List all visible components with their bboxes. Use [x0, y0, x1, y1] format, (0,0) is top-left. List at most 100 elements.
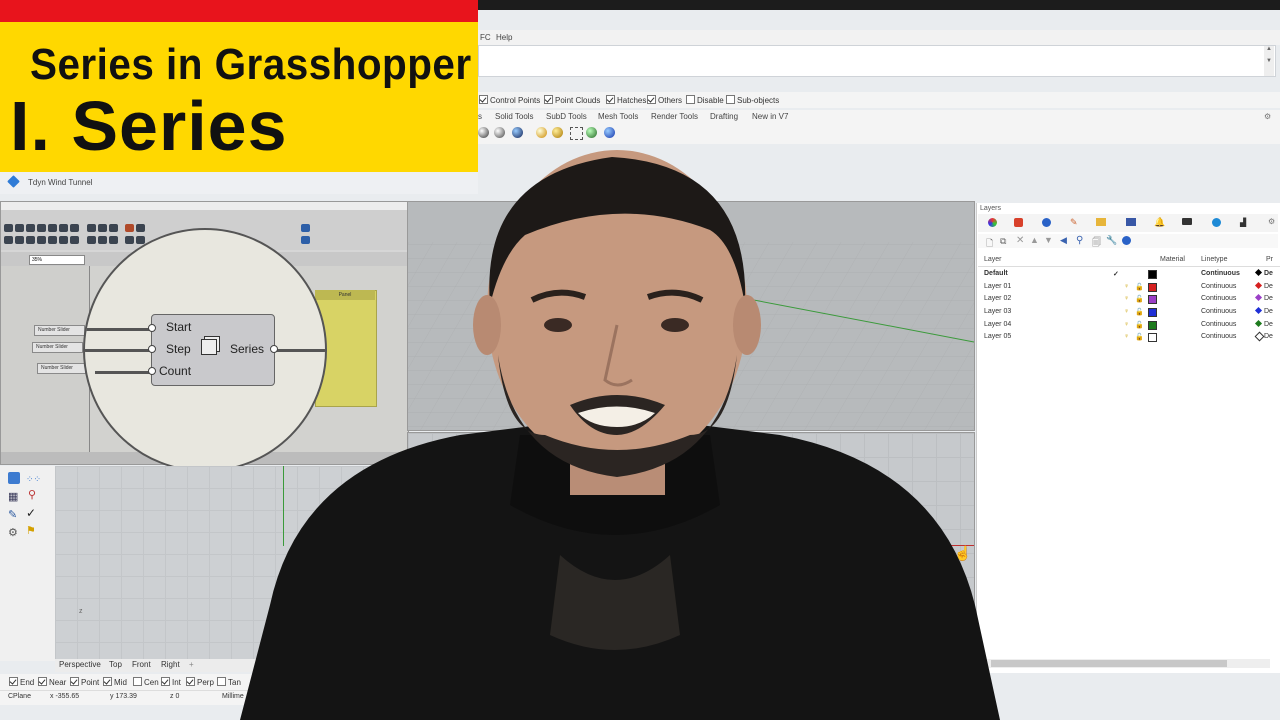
move-left-icon[interactable]: ◀: [1060, 235, 1067, 246]
layer-row[interactable]: Layer 05 ♀ 🔓 Continuous De: [978, 331, 1280, 343]
status-y: y 173.39: [110, 693, 137, 700]
tab-partial[interactable]: s: [478, 112, 482, 121]
tab-front[interactable]: Front: [132, 660, 151, 669]
menu-item-partial[interactable]: FC: [480, 33, 491, 42]
osnap-perp[interactable]: Perp: [186, 677, 214, 687]
folder-tab-icon[interactable]: [1096, 218, 1106, 226]
visible-bulb-icon[interactable]: ♀: [1124, 308, 1129, 315]
step-input-port[interactable]: [148, 345, 156, 353]
web-tab-icon[interactable]: [1212, 218, 1221, 227]
rhino-side-toolbar: ⁘⁘ ▦ ⚲ ✎ ✓ ⚙ ⚑: [0, 466, 56, 661]
edit-tool-icon[interactable]: ✎: [8, 508, 17, 521]
start-input-port[interactable]: [148, 324, 156, 332]
wrench-icon[interactable]: 🔧: [1106, 235, 1117, 246]
wire-count: [95, 371, 151, 374]
layer-color-swatch[interactable]: [1148, 295, 1157, 304]
osnap-mid[interactable]: Mid: [103, 677, 127, 687]
filter-point-clouds[interactable]: Point Clouds: [544, 95, 600, 105]
number-slider-2[interactable]: Number Slider: [32, 342, 83, 353]
menu-bar: FC Help: [478, 30, 1280, 45]
filter-hatches[interactable]: Hatches: [606, 95, 646, 105]
check-tool-icon[interactable]: ✓: [26, 506, 36, 520]
grid-tool-icon[interactable]: ▦: [8, 490, 18, 503]
lock-tool-icon[interactable]: ⚙: [8, 526, 18, 539]
tab-mesh-tools[interactable]: Mesh Tools: [598, 112, 638, 121]
filter-sub-objects[interactable]: Sub-objects: [726, 95, 779, 105]
move-down-icon[interactable]: ▼: [1044, 235, 1053, 245]
osnap-tan[interactable]: Tan: [217, 677, 241, 687]
tab-new-in-v7[interactable]: New in V7: [752, 112, 788, 121]
number-slider-3[interactable]: Number Slider: [37, 363, 86, 374]
bell-tab-icon[interactable]: 🔔: [1154, 217, 1165, 228]
unlock-icon[interactable]: 🔓: [1135, 333, 1144, 341]
unlock-icon[interactable]: 🔓: [1135, 321, 1144, 329]
layers-tab-icon[interactable]: [1014, 218, 1023, 227]
osnap-end[interactable]: End: [9, 677, 34, 687]
paint-tool-icon[interactable]: ⚑: [26, 524, 36, 537]
display-tab-icon[interactable]: [1042, 218, 1051, 227]
layer-row[interactable]: Layer 03 ♀ 🔓 Continuous De: [978, 306, 1280, 318]
layers-scroll-thumb[interactable]: [991, 660, 1227, 667]
layer-color-swatch[interactable]: [1148, 283, 1157, 292]
osnap-near[interactable]: Near: [38, 677, 66, 687]
filter-disable[interactable]: Disable: [686, 95, 724, 105]
select-tool-icon[interactable]: [8, 472, 20, 484]
zoom-dropdown[interactable]: 35%: [29, 255, 85, 265]
new-sublayer-icon[interactable]: ⧉: [1000, 236, 1006, 247]
tab-right[interactable]: Right: [161, 660, 180, 669]
monitor-tab-icon[interactable]: [1182, 218, 1192, 225]
col-print[interactable]: Pr: [1266, 256, 1273, 263]
osnap-point[interactable]: Point: [70, 677, 99, 687]
axis-z-icon: z: [79, 608, 83, 615]
tab-solid-tools[interactable]: Solid Tools: [495, 112, 534, 121]
snap-tool-icon[interactable]: ⁘⁘: [26, 474, 41, 485]
properties-tab-icon[interactable]: [1126, 218, 1136, 226]
tab-perspective[interactable]: Perspective: [59, 660, 101, 669]
move-up-icon[interactable]: ▲: [1030, 235, 1039, 245]
layer-row[interactable]: Layer 04 ♀ 🔓 Continuous De: [978, 319, 1280, 331]
layer-row[interactable]: Layer 02 ♀ 🔓 Continuous De: [978, 293, 1280, 305]
panel-gear-icon[interactable]: ⚙: [1268, 217, 1275, 226]
add-viewport-icon[interactable]: +: [189, 660, 194, 669]
visible-bulb-icon[interactable]: ♀: [1124, 321, 1129, 328]
col-linetype[interactable]: Linetype: [1201, 256, 1227, 263]
current-layer-check-icon: ✓: [1113, 271, 1119, 278]
osnap-cen[interactable]: Cen: [133, 677, 159, 687]
tab-render-tools[interactable]: Render Tools: [651, 112, 698, 121]
visible-bulb-icon[interactable]: ♀: [1124, 283, 1129, 290]
layer-row[interactable]: Layer 01 ♀ 🔓 Continuous De: [978, 281, 1280, 293]
visible-bulb-icon[interactable]: ♀: [1124, 333, 1129, 340]
unlock-icon[interactable]: 🔓: [1135, 283, 1144, 291]
tab-subd-tools[interactable]: SubD Tools: [546, 112, 587, 121]
delete-layer-icon[interactable]: ✕: [1016, 235, 1024, 246]
pin-tool-icon[interactable]: ⚲: [28, 488, 36, 501]
print-color-icon: [1254, 331, 1265, 342]
filter-control-points[interactable]: Control Points: [479, 95, 540, 105]
tab-top[interactable]: Top: [109, 660, 122, 669]
help-icon[interactable]: [1122, 236, 1131, 245]
col-material[interactable]: Material: [1160, 256, 1185, 263]
filter-others[interactable]: Others: [647, 95, 682, 105]
pen-tab-icon[interactable]: ✎: [1070, 217, 1078, 228]
filter-icon[interactable]: ⚲: [1076, 235, 1083, 246]
settings-gear-icon[interactable]: ⚙: [1264, 112, 1271, 121]
layer-row[interactable]: Default ✓ Continuous De: [978, 268, 1280, 280]
layer-color-swatch[interactable]: [1148, 308, 1157, 317]
print-color-icon: [1254, 281, 1263, 290]
menu-item-help[interactable]: Help: [496, 33, 512, 42]
layer-tools-icon[interactable]: 🗐: [1092, 235, 1101, 251]
layer-color-swatch[interactable]: [1148, 270, 1157, 279]
command-history[interactable]: [478, 45, 1276, 77]
layer-color-swatch[interactable]: [1148, 321, 1157, 330]
number-slider-1[interactable]: Number Slider: [34, 325, 85, 336]
osnap-int[interactable]: Int: [161, 677, 181, 687]
tab-drafting[interactable]: Drafting: [710, 112, 738, 121]
unlock-icon[interactable]: 🔓: [1135, 295, 1144, 303]
count-input-port[interactable]: [148, 367, 156, 375]
chart-tab-icon[interactable]: ▟: [1240, 218, 1246, 227]
unlock-icon[interactable]: 🔓: [1135, 308, 1144, 316]
layer-color-swatch[interactable]: [1148, 333, 1157, 342]
document-tab-label[interactable]: Tdyn Wind Tunnel: [28, 178, 92, 187]
visible-bulb-icon[interactable]: ♀: [1124, 295, 1129, 302]
command-scrollbar[interactable]: ▲ ▼: [1264, 46, 1274, 76]
